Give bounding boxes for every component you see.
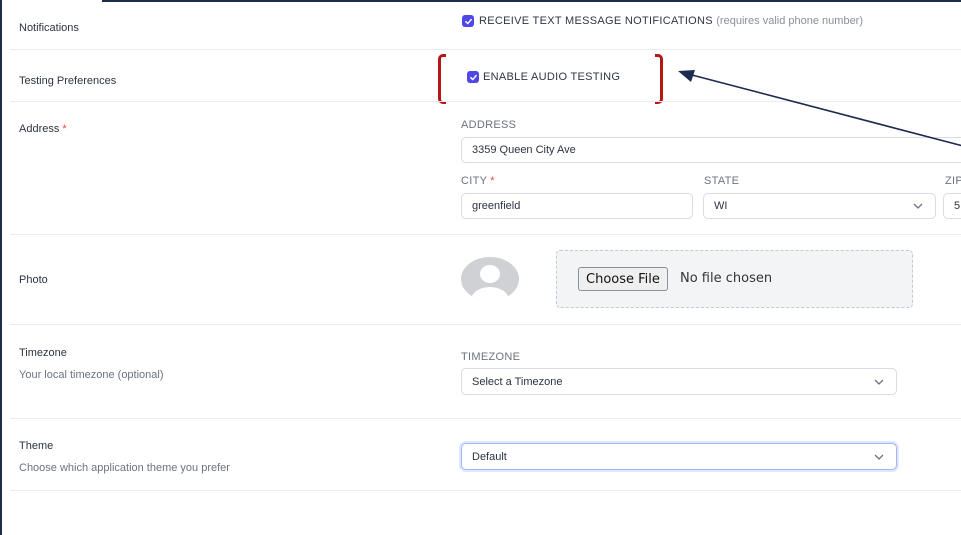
settings-form: Notifications RECEIVE TEXT MESSAGE NOTIF… [0, 0, 961, 535]
annotation-arrow [678, 70, 961, 147]
